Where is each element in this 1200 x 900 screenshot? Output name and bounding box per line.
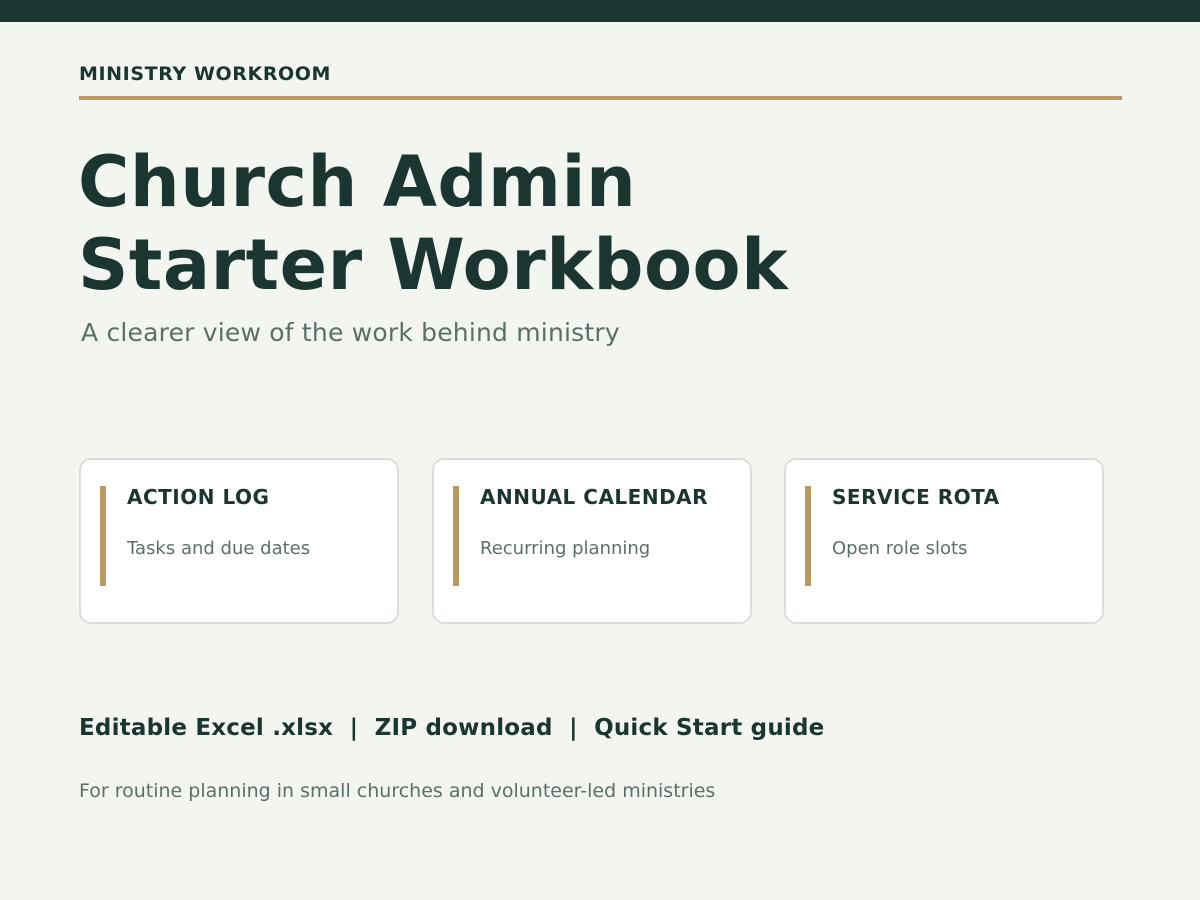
card-service-rota: SERVICE ROTA Open role slots: [784, 458, 1104, 624]
features-line: Editable Excel .xlsx | ZIP download | Qu…: [79, 715, 825, 741]
card-title: SERVICE ROTA: [832, 485, 1000, 509]
card-title: ANNUAL CALENDAR: [480, 485, 709, 509]
card-description: Open role slots: [832, 538, 968, 559]
card-accent-bar: [453, 486, 459, 586]
page-title: Church Admin Starter Workbook: [78, 141, 788, 307]
card-annual-calendar: ANNUAL CALENDAR Recurring planning: [432, 458, 752, 624]
card-accent-bar: [100, 486, 106, 586]
card-description: Recurring planning: [480, 538, 651, 559]
page-title-line-1: Church Admin: [78, 141, 637, 223]
eyebrow-label: MINISTRY WORKROOM: [79, 63, 332, 85]
card-description: Tasks and due dates: [127, 538, 311, 559]
footnote: For routine planning in small churches a…: [79, 780, 716, 802]
card-accent-bar: [805, 486, 811, 586]
header-divider: [79, 96, 1122, 100]
card-title: ACTION LOG: [127, 485, 270, 509]
top-bar: [0, 0, 1200, 22]
card-action-log: ACTION LOG Tasks and due dates: [79, 458, 399, 624]
page-title-line-2: Starter Workbook: [78, 224, 789, 306]
page-subtitle: A clearer view of the work behind minist…: [81, 318, 620, 347]
